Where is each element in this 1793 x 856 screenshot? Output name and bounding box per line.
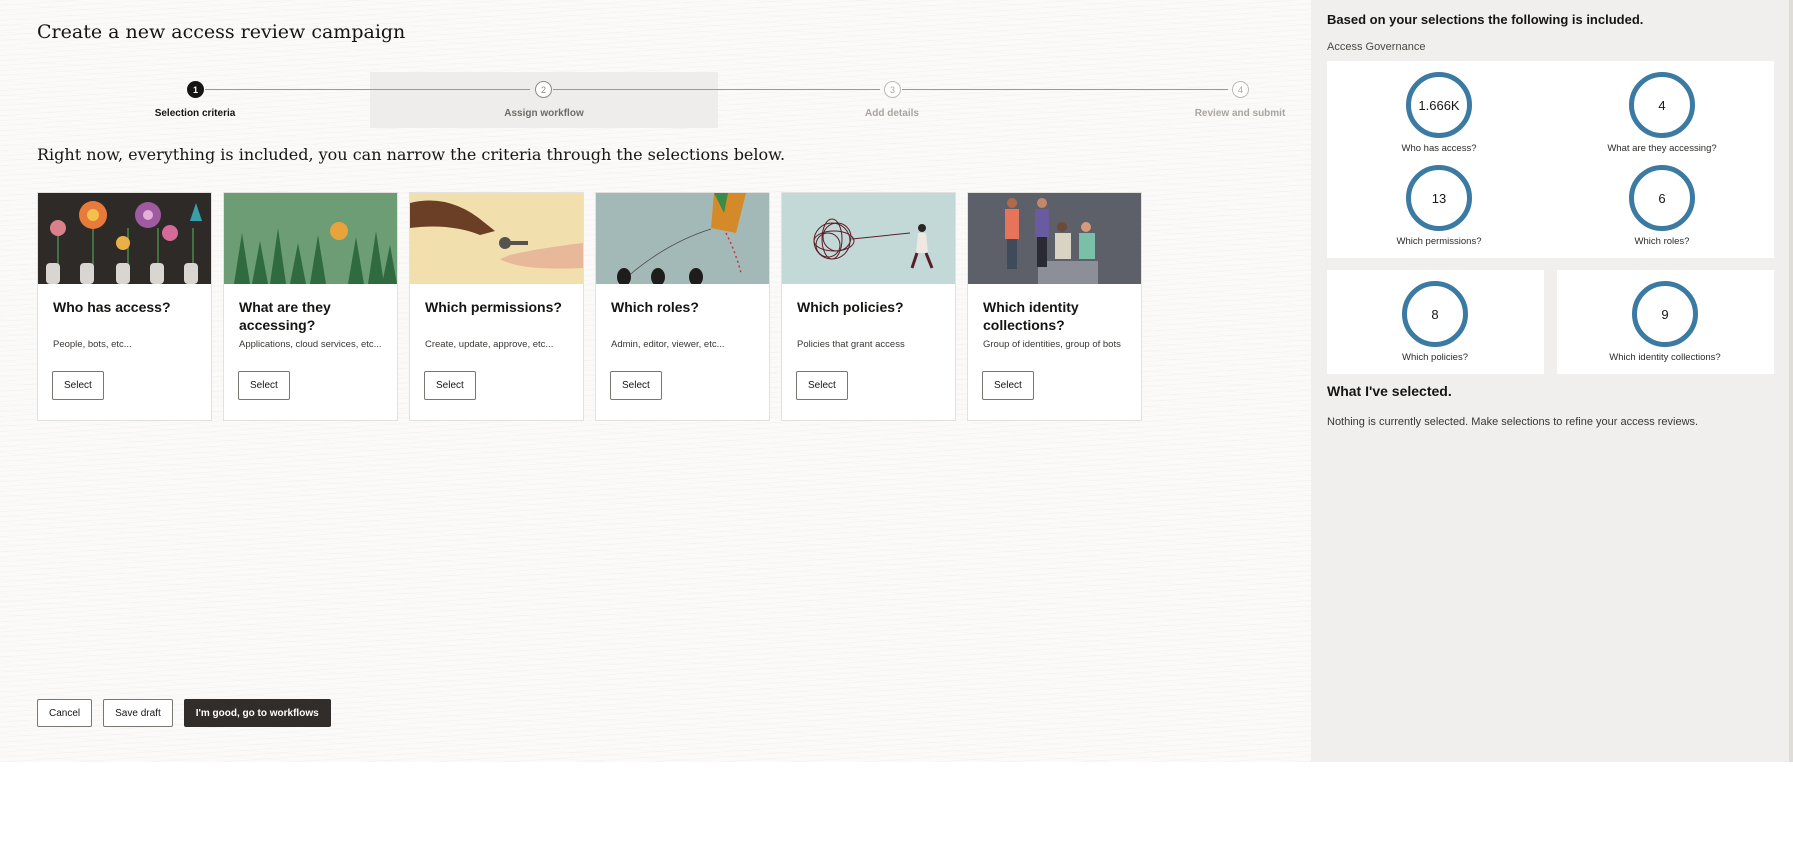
card-description: Admin, editor, viewer, etc... xyxy=(611,339,725,350)
step-4-label: Review and submit xyxy=(1194,108,1286,119)
card-title: Who has access? xyxy=(53,299,171,315)
card-description: Applications, cloud services, etc... xyxy=(239,339,382,350)
select-which-identity-collections-button[interactable]: Select xyxy=(982,371,1034,400)
select-what-are-they-accessing-button[interactable]: Select xyxy=(238,371,290,400)
card-which-policies: Which policies? Policies that grant acce… xyxy=(781,192,956,421)
selected-title: What I've selected. xyxy=(1327,383,1452,399)
stat-label: Who has access? xyxy=(1401,143,1477,154)
select-which-permissions-button[interactable]: Select xyxy=(424,371,476,400)
footer-actions: Cancel Save draft I'm good, go to workfl… xyxy=(37,699,331,727)
stat-ring: 1.666K xyxy=(1406,72,1472,138)
page-title: Create a new access review campaign xyxy=(37,21,406,43)
flowers-and-hands-illustration xyxy=(38,193,211,284)
stats-box-identity-collections: 9 Which identity collections? xyxy=(1557,270,1774,374)
stat-who-has-access: 1.666K Who has access? xyxy=(1339,72,1539,154)
stat-which-permissions: 13 Which permissions? xyxy=(1339,165,1539,247)
stat-ring: 4 xyxy=(1629,72,1695,138)
save-draft-button[interactable]: Save draft xyxy=(103,699,173,727)
stat-label: Which policies? xyxy=(1402,352,1468,363)
stat-which-identity-collections: 9 Which identity collections? xyxy=(1565,281,1765,363)
stat-what-are-they-accessing: 4 What are they accessing? xyxy=(1562,72,1762,154)
main-content: Create a new access review campaign 1 Se… xyxy=(0,0,1311,762)
card-which-permissions: Which permissions? Create, update, appro… xyxy=(409,192,584,421)
instruction-text: Right now, everything is included, you c… xyxy=(37,145,786,164)
step-connector xyxy=(902,89,1228,90)
card-description: Policies that grant access xyxy=(797,339,905,350)
cancel-button[interactable]: Cancel xyxy=(37,699,93,727)
forest-and-sun-illustration xyxy=(224,193,397,284)
step-2-indicator[interactable]: 2 xyxy=(535,81,552,98)
card-which-identity-collections: Which identity collections? Group of ide… xyxy=(967,192,1142,421)
card-title: Which roles? xyxy=(611,299,699,315)
card-which-roles: Which roles? Admin, editor, viewer, etc.… xyxy=(595,192,770,421)
select-who-has-access-button[interactable]: Select xyxy=(52,371,104,400)
stat-which-policies: 8 Which policies? xyxy=(1335,281,1535,363)
step-1-indicator[interactable]: 1 xyxy=(187,81,204,98)
progress-stepper: 1 Selection criteria 2 Assign workflow 3… xyxy=(0,72,1311,132)
summary-panel: Based on your selections the following i… xyxy=(1311,0,1790,762)
panel-scrollbar[interactable] xyxy=(1789,0,1793,762)
select-which-policies-button[interactable]: Select xyxy=(796,371,848,400)
step-connector xyxy=(205,89,530,90)
stat-label: Which roles? xyxy=(1634,236,1690,247)
card-who-has-access: Who has access? People, bots, etc... Sel… xyxy=(37,192,212,421)
tangled-line-illustration xyxy=(782,193,955,284)
card-description: Group of identities, group of bots xyxy=(983,339,1121,350)
stat-label: What are they accessing? xyxy=(1607,143,1717,154)
stat-label: Which permissions? xyxy=(1396,236,1482,247)
card-what-are-they-accessing: What are they accessing? Applications, c… xyxy=(223,192,398,421)
card-title: Which permissions? xyxy=(425,299,562,315)
stat-ring: 6 xyxy=(1629,165,1695,231)
stat-which-roles: 6 Which roles? xyxy=(1562,165,1762,247)
step-3-indicator: 3 xyxy=(884,81,901,98)
step-connector xyxy=(553,89,880,90)
panel-subheading: Access Governance xyxy=(1327,41,1426,53)
stat-ring: 13 xyxy=(1406,165,1472,231)
stat-ring: 8 xyxy=(1402,281,1468,347)
step-3-label: Add details xyxy=(865,108,919,119)
select-which-roles-button[interactable]: Select xyxy=(610,371,662,400)
criteria-cards: Who has access? People, bots, etc... Sel… xyxy=(37,192,1142,421)
step-4-indicator: 4 xyxy=(1232,81,1249,98)
panel-heading: Based on your selections the following i… xyxy=(1327,12,1644,27)
stat-ring: 9 xyxy=(1632,281,1698,347)
stats-box-policies: 8 Which policies? xyxy=(1327,270,1544,374)
stat-label: Which identity collections? xyxy=(1609,352,1721,363)
key-handover-illustration xyxy=(410,193,583,284)
selected-empty-text: Nothing is currently selected. Make sele… xyxy=(1327,416,1699,428)
card-description: People, bots, etc... xyxy=(53,339,132,350)
step-1-label[interactable]: Selection criteria xyxy=(105,108,285,119)
stats-box-main: 1.666K Who has access? 4 What are they a… xyxy=(1327,61,1774,258)
card-title: Which policies? xyxy=(797,299,904,315)
card-description: Create, update, approve, etc... xyxy=(425,339,554,350)
card-title: What are they accessing? xyxy=(239,299,331,333)
kite-illustration xyxy=(596,193,769,284)
go-to-workflows-button[interactable]: I'm good, go to workflows xyxy=(183,699,331,727)
step-2-label[interactable]: Assign workflow xyxy=(454,108,634,119)
card-title: Which identity collections? xyxy=(983,299,1079,333)
group-meeting-illustration xyxy=(968,193,1141,284)
